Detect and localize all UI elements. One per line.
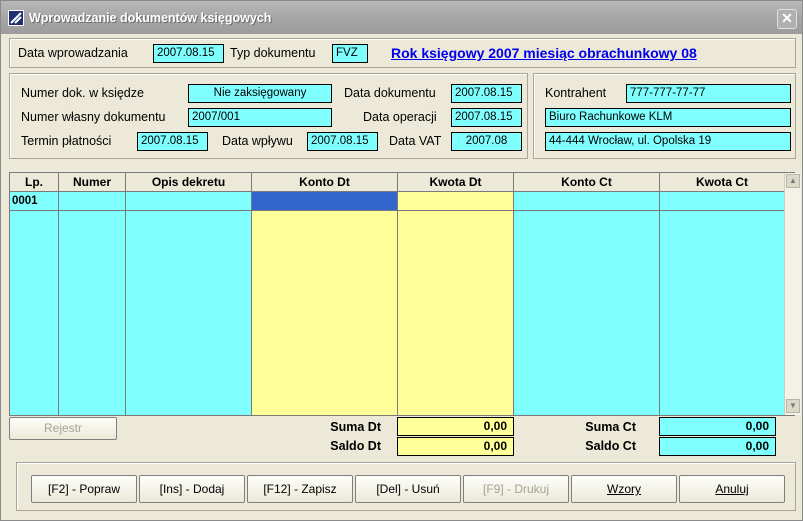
edit-button[interactable]: [F2] - Popraw [31, 475, 137, 503]
saldo-dt-label: Saldo Dt [330, 439, 381, 453]
column-header[interactable]: Numer [59, 173, 125, 192]
sum-ct-value: 0,00 [659, 417, 776, 436]
doc-type-field[interactable]: FVZ [332, 44, 368, 63]
column-konto-dt: Konto Dt [252, 173, 398, 415]
sum-ct-label: Suma Ct [585, 420, 636, 434]
column-header[interactable]: Kwota Dt [398, 173, 513, 192]
print-button[interactable]: [F9] - Drukuj [463, 475, 569, 503]
column-header[interactable]: Kwota Ct [660, 173, 784, 192]
table-cell[interactable] [126, 192, 251, 211]
column-kwota-ct: Kwota Ct [660, 173, 784, 415]
close-icon[interactable]: ✕ [777, 9, 797, 29]
app-icon [8, 10, 24, 26]
title-bar[interactable]: Wprowadzanie dokumentów księgowych ✕ [1, 1, 802, 34]
sum-dt-label: Suma Dt [330, 420, 381, 434]
entry-date-label: Data wprowadzania [18, 46, 128, 60]
selected-cell[interactable] [252, 192, 397, 211]
delete-button[interactable]: [Del] - Usuń [355, 475, 461, 503]
templates-button[interactable]: Wzory [571, 475, 677, 503]
document-entry-window: Wprowadzanie dokumentów księgowych ✕ Dat… [0, 0, 803, 521]
operation-date-label: Data operacji [363, 110, 437, 124]
table-cell[interactable] [660, 192, 784, 211]
column-header[interactable]: Opis dekretu [126, 173, 251, 192]
contractor-nip-field[interactable]: 777-777-77-77 [626, 84, 791, 103]
save-button[interactable]: [F12] - Zapisz [247, 475, 353, 503]
scroll-down-icon[interactable]: ▼ [786, 399, 800, 413]
column-kwota-dt: Kwota Dt [398, 173, 514, 415]
column-header[interactable]: Lp. [10, 173, 58, 192]
column-header[interactable]: Konto Ct [514, 173, 659, 192]
contractor-panel: Kontrahent 777-777-77-77 Biuro Rachunkow… [533, 73, 796, 159]
register-button[interactable]: Rejestr [9, 417, 117, 440]
saldo-ct-label: Saldo Ct [585, 439, 636, 453]
vat-date-field[interactable]: 2007.08 [451, 132, 522, 151]
operation-date-field[interactable]: 2007.08.15 [451, 108, 522, 127]
due-date-label: Termin płatności [21, 134, 112, 148]
entries-table: Lp. 0001 Numer Opis dekretu Konto Dt Kwo… [9, 172, 801, 416]
ledger-number-field[interactable]: Nie zaksięgowany [188, 84, 332, 103]
cancel-button[interactable]: Anuluj [679, 475, 785, 503]
table-cell[interactable] [398, 192, 513, 211]
header-panel: Data wprowadzania 2007.08.15 Typ dokumen… [9, 38, 796, 68]
table-cell[interactable] [514, 192, 659, 211]
column-header[interactable]: Konto Dt [252, 173, 397, 192]
document-date-field[interactable]: 2007.08.15 [451, 84, 522, 103]
sum-dt-value: 0,00 [397, 417, 514, 436]
entry-date-field[interactable]: 2007.08.15 [153, 44, 224, 63]
saldo-ct-value: 0,00 [659, 437, 776, 456]
saldo-dt-value: 0,00 [397, 437, 514, 456]
add-button[interactable]: [Ins] - Dodaj [139, 475, 245, 503]
own-number-field[interactable]: 2007/001 [188, 108, 332, 127]
scroll-up-icon[interactable]: ▲ [786, 174, 800, 188]
document-date-label: Data dokumentu [344, 86, 436, 100]
column-numer: Numer [59, 173, 126, 415]
contractor-address-field[interactable]: 44-444 Wrocław, ul. Opolska 19 [545, 132, 791, 151]
table-cell[interactable]: 0001 [10, 192, 58, 211]
inflow-date-field[interactable]: 2007.08.15 [307, 132, 378, 151]
own-number-label: Numer własny dokumentu [21, 110, 166, 124]
accounting-period-link[interactable]: Rok księgowy 2007 miesiąc obrachunkowy 0… [391, 45, 697, 61]
button-panel: [F2] - Popraw [Ins] - Dodaj [F12] - Zapi… [16, 462, 796, 511]
table-cell[interactable] [59, 192, 125, 211]
contractor-label: Kontrahent [545, 86, 607, 100]
column-opis: Opis dekretu [126, 173, 252, 415]
contractor-name-field[interactable]: Biuro Rachunkowe KLM [545, 108, 791, 127]
vertical-scrollbar[interactable]: ▲ ▼ [784, 173, 801, 415]
column-lp: Lp. 0001 [10, 173, 59, 415]
column-konto-ct: Konto Ct [514, 173, 660, 415]
doc-type-label: Typ dokumentu [230, 46, 316, 60]
inflow-date-label: Data wpływu [222, 134, 293, 148]
ledger-number-label: Numer dok. w księdze [21, 86, 144, 100]
vat-date-label: Data VAT [389, 134, 442, 148]
window-title: Wprowadzanie dokumentów księgowych [29, 11, 272, 25]
due-date-field[interactable]: 2007.08.15 [137, 132, 208, 151]
document-details-panel: Numer dok. w księdze Nie zaksięgowany Nu… [9, 73, 528, 159]
